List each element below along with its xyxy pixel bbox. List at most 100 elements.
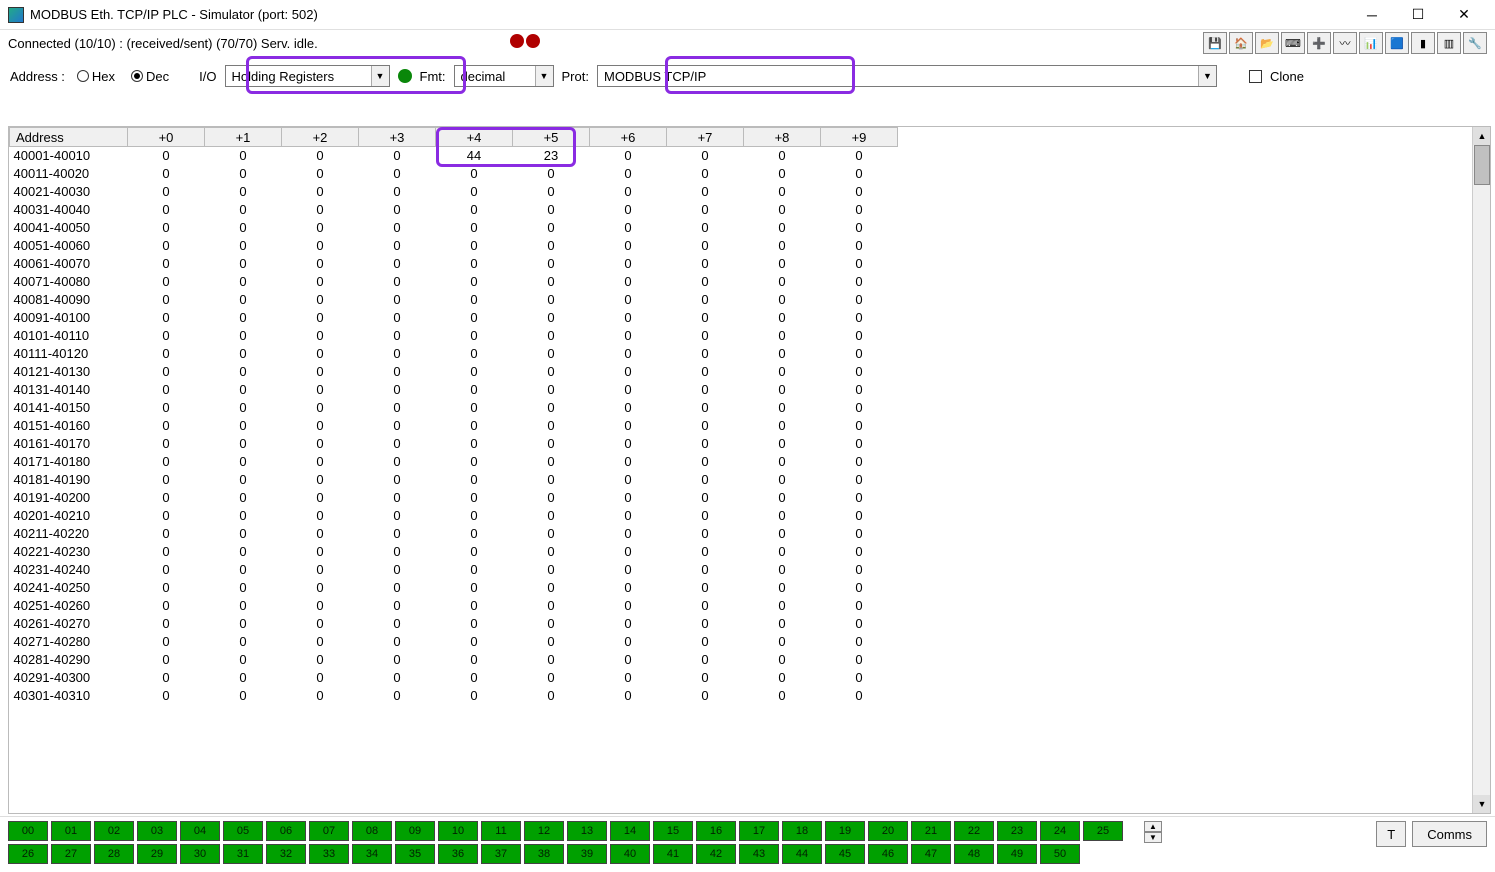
- station-button-50[interactable]: 50: [1040, 844, 1080, 864]
- register-cell[interactable]: 0: [744, 525, 821, 543]
- register-cell[interactable]: 0: [282, 453, 359, 471]
- station-button-13[interactable]: 13: [567, 821, 607, 841]
- station-button-17[interactable]: 17: [739, 821, 779, 841]
- register-cell[interactable]: 0: [513, 633, 590, 651]
- register-cell[interactable]: 0: [282, 597, 359, 615]
- register-cell[interactable]: 0: [821, 435, 898, 453]
- register-cell[interactable]: 0: [513, 489, 590, 507]
- open-button[interactable]: 📂: [1255, 32, 1279, 54]
- register-cell[interactable]: 0: [821, 381, 898, 399]
- register-cell[interactable]: 0: [821, 165, 898, 183]
- station-button-34[interactable]: 34: [352, 844, 392, 864]
- station-button-14[interactable]: 14: [610, 821, 650, 841]
- col-header-offset-4[interactable]: +4: [436, 128, 513, 147]
- register-cell[interactable]: 0: [590, 237, 667, 255]
- register-cell[interactable]: 0: [128, 381, 205, 399]
- save-as-button[interactable]: 🏠: [1229, 32, 1253, 54]
- register-cell[interactable]: 0: [436, 615, 513, 633]
- register-cell[interactable]: 0: [744, 597, 821, 615]
- register-cell[interactable]: 0: [667, 165, 744, 183]
- register-cell[interactable]: 0: [667, 309, 744, 327]
- station-button-47[interactable]: 47: [911, 844, 951, 864]
- register-cell[interactable]: 0: [128, 201, 205, 219]
- register-cell[interactable]: 0: [821, 453, 898, 471]
- register-cell[interactable]: 0: [744, 273, 821, 291]
- station-button-16[interactable]: 16: [696, 821, 736, 841]
- register-cell[interactable]: 0: [205, 435, 282, 453]
- register-cell[interactable]: 0: [821, 615, 898, 633]
- register-cell[interactable]: 0: [744, 669, 821, 687]
- register-cell[interactable]: 0: [205, 237, 282, 255]
- station-button-19[interactable]: 19: [825, 821, 865, 841]
- station-button-28[interactable]: 28: [94, 844, 134, 864]
- register-cell[interactable]: 0: [821, 651, 898, 669]
- register-cell[interactable]: 0: [667, 525, 744, 543]
- station-button-40[interactable]: 40: [610, 844, 650, 864]
- register-cell[interactable]: 0: [590, 417, 667, 435]
- register-cell[interactable]: 0: [436, 597, 513, 615]
- register-cell[interactable]: 0: [667, 579, 744, 597]
- register-cell[interactable]: 0: [436, 165, 513, 183]
- station-page-down[interactable]: ▼: [1144, 832, 1162, 843]
- vertical-scrollbar[interactable]: ▲ ▼: [1472, 127, 1490, 813]
- register-cell[interactable]: 0: [667, 147, 744, 166]
- scroll-down-button[interactable]: ▼: [1473, 795, 1491, 813]
- register-cell[interactable]: 0: [590, 507, 667, 525]
- station-button-21[interactable]: 21: [911, 821, 951, 841]
- register-cell[interactable]: 0: [744, 543, 821, 561]
- register-cell[interactable]: 0: [667, 363, 744, 381]
- register-cell[interactable]: 0: [821, 219, 898, 237]
- register-cell[interactable]: 0: [128, 363, 205, 381]
- register-cell[interactable]: 0: [282, 255, 359, 273]
- register-cell[interactable]: 0: [359, 165, 436, 183]
- register-cell[interactable]: 0: [590, 345, 667, 363]
- register-cell[interactable]: 0: [821, 417, 898, 435]
- register-cell[interactable]: 0: [744, 363, 821, 381]
- register-cell[interactable]: 0: [821, 579, 898, 597]
- register-cell[interactable]: 0: [359, 417, 436, 435]
- clone-checkbox[interactable]: [1249, 70, 1262, 83]
- register-cell[interactable]: 0: [436, 381, 513, 399]
- register-cell[interactable]: 0: [205, 327, 282, 345]
- register-cell[interactable]: 0: [436, 687, 513, 705]
- station-button-41[interactable]: 41: [653, 844, 693, 864]
- register-cell[interactable]: 0: [744, 201, 821, 219]
- register-cell[interactable]: 0: [590, 201, 667, 219]
- register-cell[interactable]: 0: [436, 255, 513, 273]
- register-cell[interactable]: 0: [590, 219, 667, 237]
- station-button-07[interactable]: 07: [309, 821, 349, 841]
- station-button-24[interactable]: 24: [1040, 821, 1080, 841]
- register-cell[interactable]: 0: [821, 327, 898, 345]
- station-button-06[interactable]: 06: [266, 821, 306, 841]
- register-cell[interactable]: 0: [282, 669, 359, 687]
- col-header-offset-5[interactable]: +5: [513, 128, 590, 147]
- register-cell[interactable]: 0: [359, 255, 436, 273]
- register-cell[interactable]: 0: [513, 615, 590, 633]
- register-cell[interactable]: 0: [282, 489, 359, 507]
- register-cell[interactable]: 0: [128, 651, 205, 669]
- register-cell[interactable]: 0: [359, 489, 436, 507]
- radio-dec[interactable]: Dec: [131, 69, 169, 84]
- add-button[interactable]: ➕: [1307, 32, 1331, 54]
- register-cell[interactable]: 0: [282, 687, 359, 705]
- register-cell[interactable]: 0: [359, 651, 436, 669]
- station-button-22[interactable]: 22: [954, 821, 994, 841]
- register-cell[interactable]: 0: [359, 201, 436, 219]
- fill-button[interactable]: ▮: [1411, 32, 1435, 54]
- register-cell[interactable]: 0: [282, 345, 359, 363]
- register-cell[interactable]: 0: [821, 543, 898, 561]
- register-cell[interactable]: 0: [513, 399, 590, 417]
- register-cell[interactable]: 0: [744, 687, 821, 705]
- register-cell[interactable]: 0: [128, 615, 205, 633]
- register-cell[interactable]: 0: [359, 399, 436, 417]
- station-button-43[interactable]: 43: [739, 844, 779, 864]
- register-cell[interactable]: 0: [436, 237, 513, 255]
- maximize-button[interactable]: ☐: [1395, 0, 1441, 30]
- io-select[interactable]: Holding Registers ▼: [225, 65, 390, 87]
- register-cell[interactable]: 0: [667, 327, 744, 345]
- register-cell[interactable]: 0: [513, 309, 590, 327]
- register-cell[interactable]: 0: [821, 237, 898, 255]
- register-cell[interactable]: 0: [205, 507, 282, 525]
- station-button-45[interactable]: 45: [825, 844, 865, 864]
- register-cell[interactable]: 0: [590, 561, 667, 579]
